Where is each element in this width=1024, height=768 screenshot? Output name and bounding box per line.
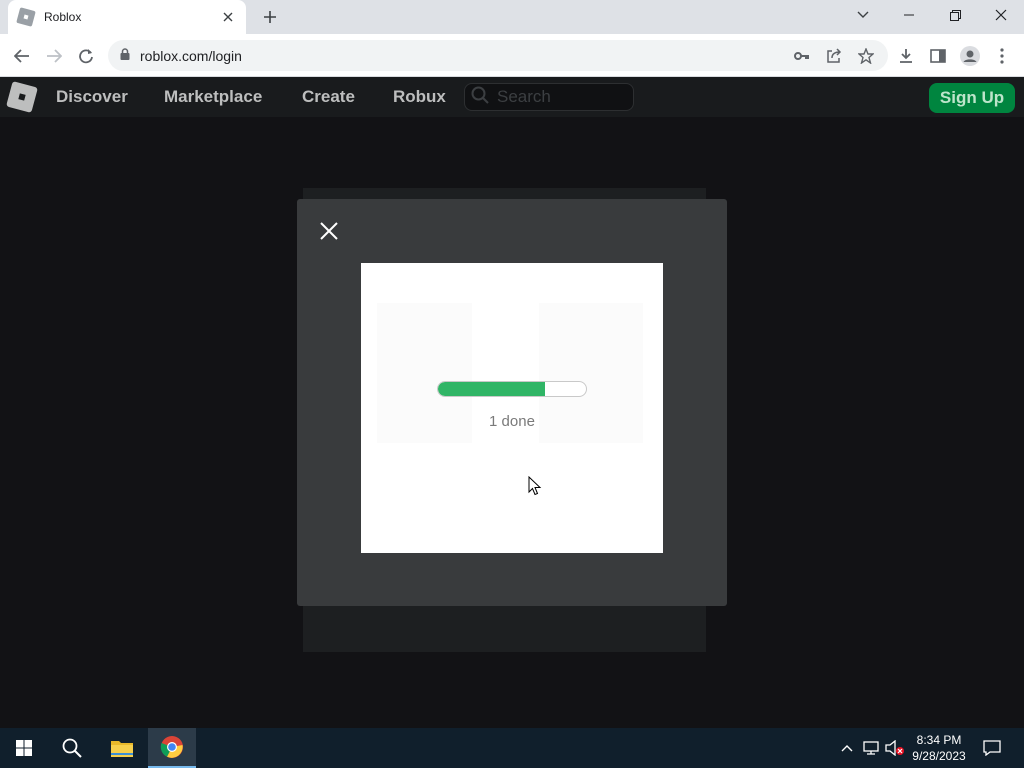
notification-center-icon[interactable] <box>982 738 1002 758</box>
search-input[interactable] <box>497 87 627 107</box>
modal-close-icon[interactable] <box>319 221 339 241</box>
side-panel-icon[interactable] <box>924 42 952 70</box>
taskbar-clock[interactable]: 8:34 PM 9/28/2023 <box>906 732 972 764</box>
share-icon[interactable] <box>820 42 848 70</box>
verification-progress-bar <box>437 381 587 397</box>
url-text: roblox.com/login <box>140 47 242 64</box>
roblox-favicon-icon <box>16 7 36 27</box>
window-close-icon[interactable] <box>978 0 1024 30</box>
file-explorer-icon[interactable] <box>98 728 146 768</box>
nav-create[interactable]: Create <box>302 87 355 107</box>
browser-tab-strip: Roblox <box>0 0 1024 34</box>
browser-toolbar: roblox.com/login <box>0 34 1024 77</box>
progress-label: 1 done <box>489 413 535 430</box>
password-key-icon[interactable] <box>788 42 816 70</box>
volume-muted-icon[interactable] <box>885 738 905 758</box>
nav-discover[interactable]: Discover <box>56 87 128 107</box>
search-icon <box>471 86 489 109</box>
nav-marketplace[interactable]: Marketplace <box>164 87 262 107</box>
restore-icon[interactable] <box>932 0 978 30</box>
clock-date: 9/28/2023 <box>912 749 966 763</box>
tab-title: Roblox <box>44 10 82 24</box>
clock-time: 8:34 PM <box>916 733 962 747</box>
progress-fill <box>438 382 545 396</box>
tab-search-chevron-icon[interactable] <box>840 0 886 30</box>
mouse-cursor-icon <box>528 475 542 496</box>
challenge-frame <box>361 263 663 553</box>
lock-icon <box>120 47 130 65</box>
address-bar[interactable]: roblox.com/login <box>108 40 888 71</box>
windows-taskbar: 8:34 PM 9/28/2023 <box>0 728 1024 768</box>
bookmark-star-icon[interactable] <box>852 42 880 70</box>
tray-chevron-up-icon[interactable] <box>837 738 857 758</box>
taskbar-search-icon[interactable] <box>48 728 96 768</box>
minimize-icon[interactable] <box>886 0 932 30</box>
nav-robux[interactable]: Robux <box>393 87 446 107</box>
download-icon[interactable] <box>892 42 920 70</box>
roblox-navbar: Discover Marketplace Create Robux Sign U… <box>0 77 1024 117</box>
tab-close-icon[interactable] <box>220 9 236 25</box>
network-icon[interactable] <box>861 738 881 758</box>
chrome-menu-icon[interactable] <box>988 42 1016 70</box>
back-arrow-icon[interactable] <box>8 42 36 70</box>
reload-icon[interactable] <box>72 42 100 70</box>
roblox-logo-icon[interactable] <box>6 81 38 113</box>
windows-start-icon[interactable] <box>0 728 48 768</box>
forward-arrow-icon[interactable] <box>40 42 68 70</box>
sign-up-button[interactable]: Sign Up <box>929 83 1015 113</box>
chrome-taskbar-icon[interactable] <box>148 728 196 768</box>
new-tab-icon[interactable] <box>258 5 282 29</box>
profile-avatar-icon[interactable] <box>956 42 984 70</box>
nav-search <box>464 83 634 111</box>
browser-tab[interactable]: Roblox <box>8 0 246 34</box>
